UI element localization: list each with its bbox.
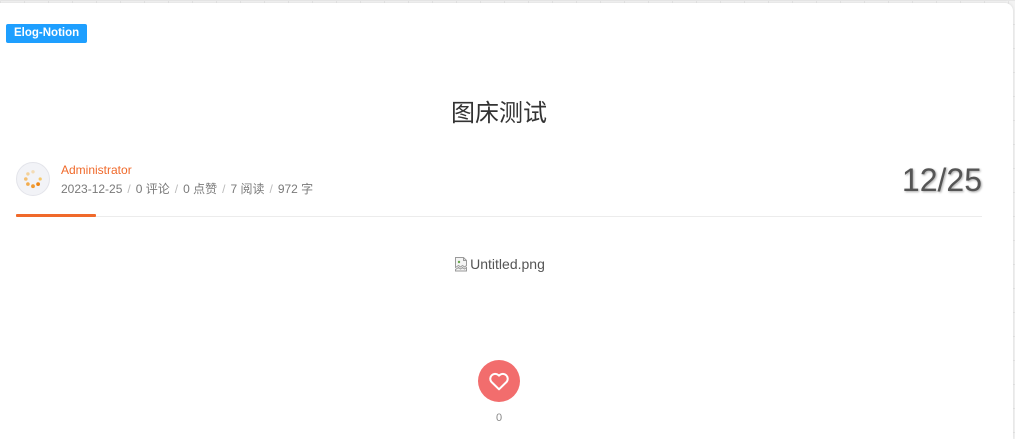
date-badge: 12/25 <box>901 162 982 198</box>
view-count: 7 阅读 <box>230 182 265 196</box>
loading-spinner-icon <box>24 170 42 189</box>
post-title: 图床测试 <box>451 100 547 127</box>
broken-image-icon <box>455 257 468 272</box>
meta-separator: / <box>127 182 131 196</box>
meta-divider <box>16 216 982 217</box>
like-button[interactable] <box>478 360 520 402</box>
author-name[interactable]: Administrator <box>61 163 132 177</box>
post-content: 图床测试 Administrator 2023-12-25 / 0 评论 / 0… <box>16 3 982 439</box>
post-date: 2023-12-25 <box>61 182 123 196</box>
heart-outline-icon <box>489 372 509 391</box>
post-card: Elog-Notion 图床测试 Administrator 2023-12-2… <box>0 3 1013 439</box>
like-count-meta: 0 点赞 <box>183 182 218 196</box>
post-image: Untitled.png <box>16 256 982 272</box>
comment-count: 0 评论 <box>135 182 170 196</box>
post-meta: 2023-12-25 / 0 评论 / 0 点赞 / 7 阅读 / 972 字 <box>61 182 313 196</box>
meta-separator: / <box>269 182 273 196</box>
word-count: 972 字 <box>277 182 314 196</box>
meta-separator: / <box>174 182 179 196</box>
meta-separator: / <box>222 182 226 196</box>
author-avatar[interactable] <box>16 162 50 196</box>
image-alt-text: Untitled.png <box>470 256 545 272</box>
like-count: 0 <box>495 412 503 424</box>
divider-accent <box>16 214 96 217</box>
